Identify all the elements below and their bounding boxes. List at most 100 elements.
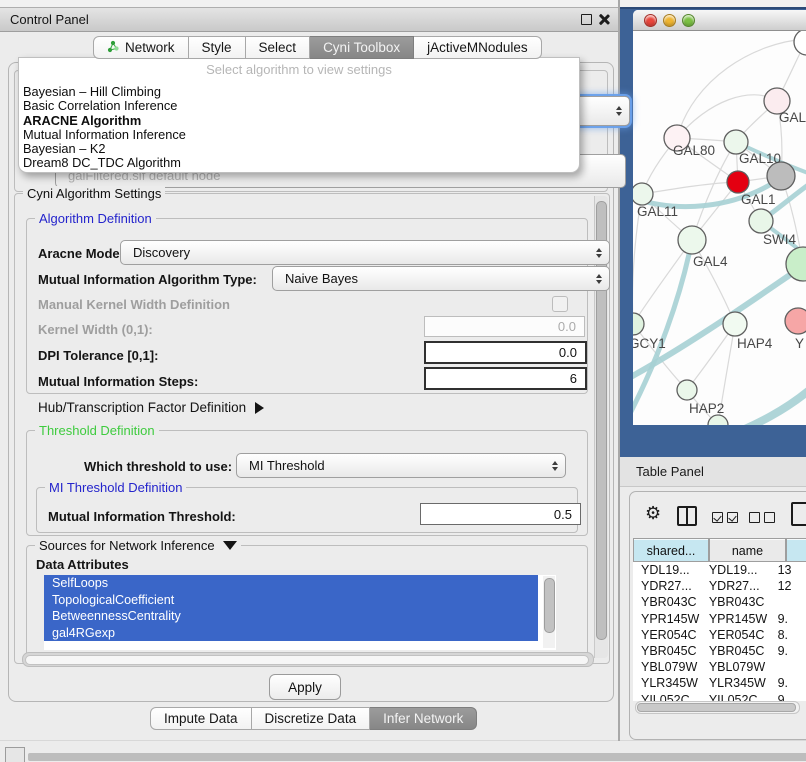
- table-cell: 8.: [770, 627, 806, 643]
- table-cell: YER054C: [701, 627, 770, 643]
- table-cell: YBR045C: [701, 643, 770, 659]
- table-row[interactable]: YIL052CYIL052C9: [633, 692, 806, 702]
- algorithm-option-bayesian-hill-climbing[interactable]: Bayesian – Hill Climbing: [19, 85, 579, 99]
- collapsed-panel-icon[interactable]: [5, 747, 25, 762]
- network-node-hap4[interactable]: [723, 312, 747, 336]
- columns-icon[interactable]: [677, 506, 697, 526]
- tab-impute-data[interactable]: Impute Data: [150, 707, 252, 730]
- tab-select[interactable]: Select: [246, 36, 311, 59]
- network-node-gal11[interactable]: [633, 183, 653, 205]
- table-hscrollbar-thumb[interactable]: [637, 703, 796, 712]
- attr-items-holder: SelfLoopsTopologicalCoefficientBetweenne…: [44, 575, 556, 641]
- attribute-item-betweennesscentrality[interactable]: BetweennessCentrality: [44, 608, 538, 625]
- table-row[interactable]: YPR145WYPR145W9.: [633, 611, 806, 627]
- network-node-unlabeled[interactable]: [767, 162, 795, 190]
- hub-definition-toggle[interactable]: Hub/Transcription Factor Definition: [38, 400, 264, 415]
- apply-button[interactable]: Apply: [269, 674, 341, 700]
- network-window[interactable]: GALGAL80GAL10GAL1GAL11GAL4SWI4GCY1HAP4YH…: [633, 10, 806, 425]
- export-table-icon[interactable]: [791, 502, 806, 526]
- network-canvas[interactable]: GALGAL80GAL10GAL1GAL11GAL4SWI4GCY1HAP4YH…: [633, 31, 806, 425]
- network-node-unlabeled[interactable]: [708, 415, 728, 425]
- close-icon[interactable]: [598, 13, 610, 25]
- which-threshold-label: Which threshold to use:: [84, 459, 232, 474]
- table-row[interactable]: YDL19...YDL19...13: [633, 562, 806, 578]
- kernel-width-field[interactable]: 0.0: [424, 316, 585, 337]
- tab-discretize-data[interactable]: Discretize Data: [252, 707, 371, 730]
- table-row[interactable]: YLR345WYLR345W9.: [633, 675, 806, 691]
- mi-steps-field[interactable]: 6: [424, 367, 587, 390]
- network-edge-thin[interactable]: [642, 182, 738, 194]
- minimize-traffic-light-icon[interactable]: [663, 14, 676, 27]
- aracne-mode-value: Discovery: [133, 245, 190, 260]
- attribute-item-selfloops[interactable]: SelfLoops: [44, 575, 538, 592]
- dpi-tolerance-field[interactable]: 0.0: [424, 341, 587, 364]
- network-node-gal4[interactable]: [678, 226, 706, 254]
- network-node-label-y: Y: [795, 336, 804, 351]
- data-attributes-label: Data Attributes: [36, 557, 129, 572]
- network-node-unlabeled[interactable]: [794, 31, 806, 55]
- list-scrollbar-thumb[interactable]: [544, 578, 555, 633]
- table-cell: YLR345W: [633, 675, 701, 691]
- gear-icon[interactable]: ⚙: [645, 505, 661, 523]
- network-edge-thin[interactable]: [677, 95, 777, 138]
- network-edge-thick[interactable]: [633, 266, 803, 379]
- mi-threshold-group-title: MI Threshold Definition: [45, 480, 186, 495]
- select-all-columns-icon[interactable]: [712, 510, 742, 528]
- algorithm-option-basic-correlation-inference[interactable]: Basic Correlation Inference: [19, 99, 579, 113]
- which-threshold-combo[interactable]: MI Threshold: [236, 453, 566, 478]
- window-top-strip: [0, 0, 806, 7]
- manual-kernel-checkbox[interactable]: [552, 296, 568, 312]
- sources-header[interactable]: Sources for Network Inference: [35, 538, 241, 553]
- aracne-mode-combo[interactable]: Discovery: [120, 240, 610, 265]
- table-cell: 9.: [770, 643, 806, 659]
- mi-threshold-field[interactable]: 0.5: [420, 503, 581, 525]
- table-row[interactable]: YDR27...YDR27...12: [633, 578, 806, 594]
- mi-type-combo[interactable]: Naive Bayes: [272, 266, 610, 291]
- network-node-gal1[interactable]: [727, 171, 749, 193]
- tab-network[interactable]: Network: [93, 36, 189, 59]
- attribute-item-topologicalcoefficient[interactable]: TopologicalCoefficient: [44, 592, 538, 609]
- deselect-all-columns-icon[interactable]: [749, 510, 779, 528]
- attribute-item-gal4rgexp[interactable]: gal4RGexp: [44, 625, 538, 642]
- table-row[interactable]: YBL079WYBL079W: [633, 659, 806, 675]
- tab-jactivemnodules[interactable]: jActiveMNodules: [414, 36, 542, 59]
- column-header-shared[interactable]: shared...: [633, 538, 709, 562]
- tab-style[interactable]: Style: [189, 36, 246, 59]
- zoom-traffic-light-icon[interactable]: [682, 14, 695, 27]
- network-node-label-gal80: GAL80: [673, 143, 715, 158]
- mi-type-label: Mutual Information Algorithm Type:: [38, 272, 257, 287]
- bottom-scrollbar[interactable]: [28, 753, 806, 761]
- table-row[interactable]: YBR045CYBR045C9.: [633, 643, 806, 659]
- table-row[interactable]: YBR043CYBR043C: [633, 594, 806, 610]
- table-hscrollbar-track[interactable]: [635, 701, 800, 714]
- mi-threshold-label: Mutual Information Threshold:: [48, 509, 236, 524]
- network-node-unlabeled[interactable]: [749, 209, 773, 233]
- network-node-gcy1[interactable]: [633, 313, 644, 335]
- table-body: YDL19...YDL19...13YDR27...YDR27...12YBR0…: [633, 562, 806, 701]
- network-node-y[interactable]: [785, 308, 806, 334]
- network-node-label-gal4: GAL4: [693, 254, 728, 269]
- tab-cyni-toolbox[interactable]: Cyni Toolbox: [310, 36, 414, 59]
- algorithm-option-mutual-information-inference[interactable]: Mutual Information Inference: [19, 128, 579, 142]
- network-node-hap2[interactable]: [677, 380, 697, 400]
- algorithm-option-bayesian-k2[interactable]: Bayesian – K2: [19, 142, 579, 156]
- algorithm-option-aracne-algorithm[interactable]: ARACNE Algorithm: [19, 114, 579, 128]
- mi-threshold-value: 0.5: [554, 507, 572, 522]
- manual-kernel-label: Manual Kernel Width Definition: [38, 297, 230, 312]
- algorithm-dropdown-placeholder: Select algorithm to view settings: [19, 62, 579, 79]
- algorithm-option-dream8-dc-tdc-algorithm[interactable]: Dream8 DC_TDC Algorithm: [19, 156, 579, 170]
- column-header-name[interactable]: name: [709, 538, 786, 562]
- settings-hscrollbar-thumb[interactable]: [25, 655, 589, 665]
- settings-hscrollbar-track[interactable]: [22, 652, 594, 667]
- tab-label: Impute Data: [164, 711, 238, 726]
- table-row[interactable]: YER054CYER054C8.: [633, 627, 806, 643]
- tab-infer-network[interactable]: Infer Network: [370, 707, 477, 730]
- float-window-icon[interactable]: [581, 14, 592, 25]
- network-edge-thick[interactable]: [731, 387, 806, 425]
- network-window-titlebar[interactable]: [633, 10, 806, 31]
- table-cell: YDL19...: [701, 562, 770, 578]
- combo-spinner-icon: [596, 248, 602, 258]
- column-header-extra[interactable]: [786, 538, 806, 562]
- close-traffic-light-icon[interactable]: [644, 14, 657, 27]
- data-attributes-list[interactable]: SelfLoopsTopologicalCoefficientBetweenne…: [44, 575, 556, 650]
